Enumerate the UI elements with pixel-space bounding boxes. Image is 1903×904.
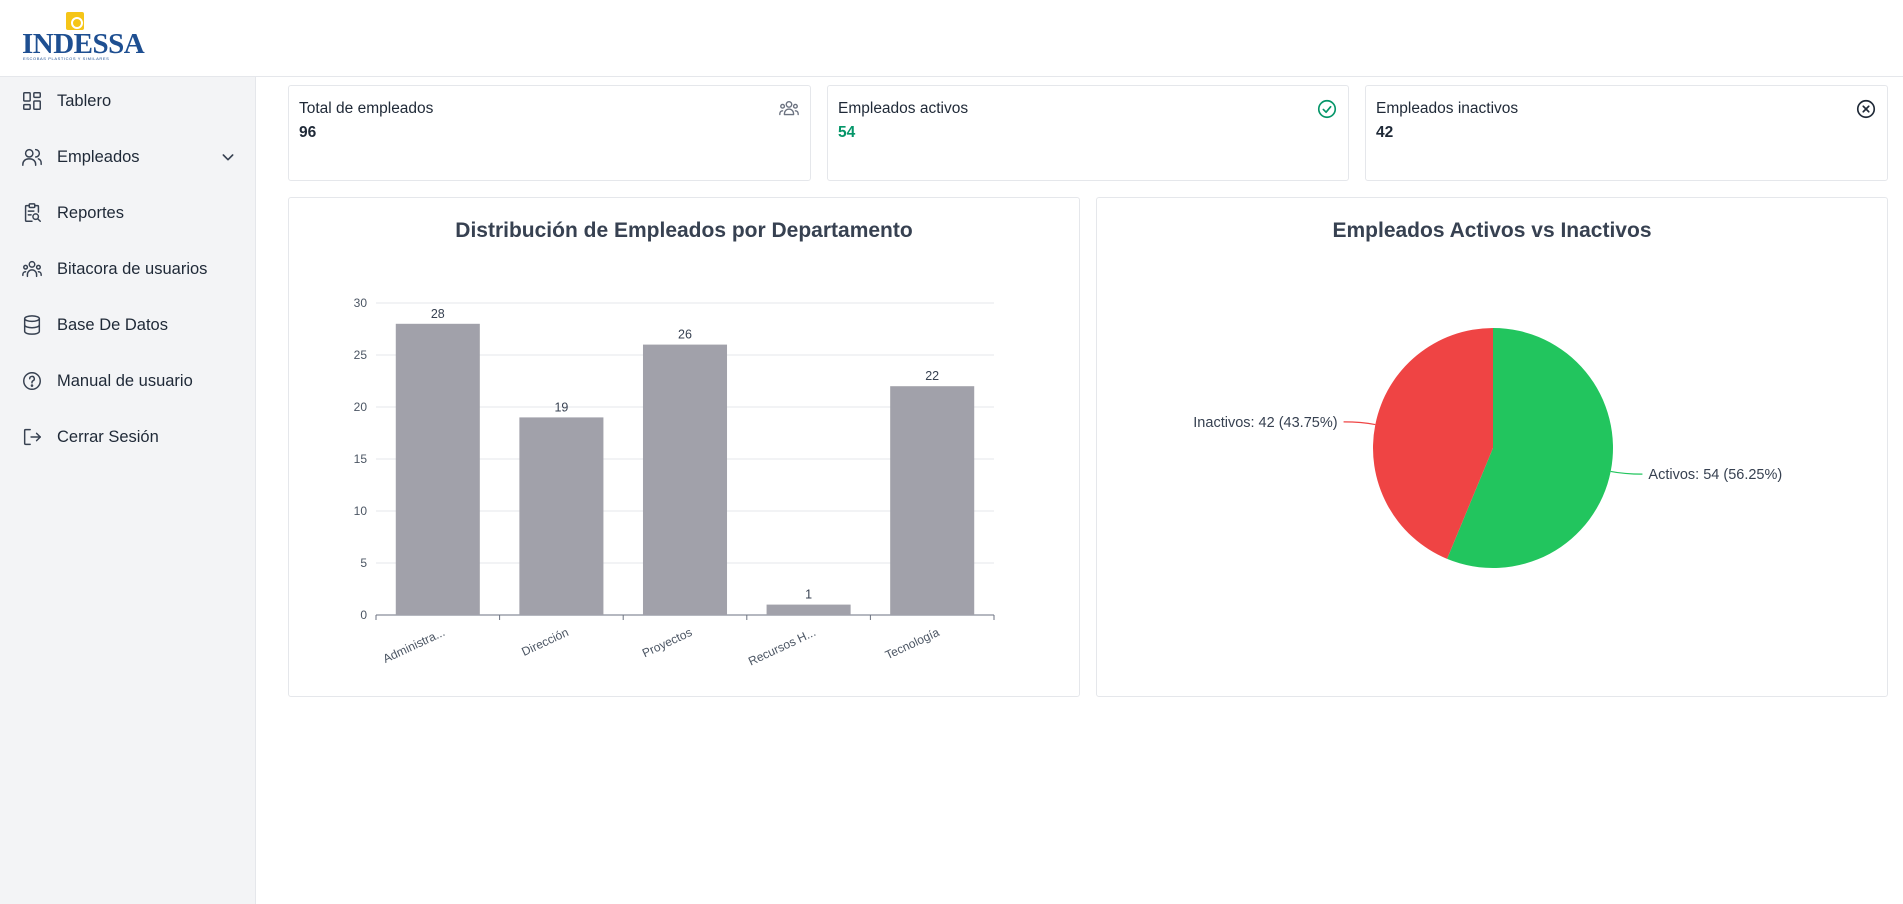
stat-card-total: Total de empleados 96 bbox=[288, 85, 811, 181]
x-tick-label: Recursos H... bbox=[746, 625, 818, 668]
x-circle-icon bbox=[1856, 99, 1876, 119]
x-tick-label: Proyectos bbox=[640, 625, 694, 660]
top-bar: INDESSA ESCOBAS PLASTICOS Y SIMILARES bbox=[0, 0, 1903, 77]
sidebar-item-bitacora[interactable]: Bitacora de usuarios bbox=[0, 249, 256, 289]
bar bbox=[519, 417, 604, 615]
y-tick-label: 15 bbox=[354, 452, 368, 466]
user-group-icon bbox=[22, 260, 42, 278]
y-tick-label: 0 bbox=[360, 608, 367, 622]
stat-value: 54 bbox=[838, 124, 856, 141]
clipboard-search-icon bbox=[24, 203, 41, 222]
people-icon bbox=[779, 100, 799, 116]
bar-value-label: 19 bbox=[554, 400, 568, 414]
database-icon bbox=[23, 315, 41, 335]
stat-card-inactivos: Empleados inactivos 42 bbox=[1365, 85, 1888, 181]
users-icon bbox=[22, 148, 42, 166]
logo-tagline: ESCOBAS PLASTICOS Y SIMILARES bbox=[23, 56, 110, 61]
sidebar-item-manual[interactable]: Manual de usuario bbox=[0, 361, 256, 401]
sidebar: Tablero Empleados Reportes Bitacora de u… bbox=[0, 77, 256, 904]
pie-leader-line bbox=[1343, 421, 1376, 426]
chevron-down-icon[interactable] bbox=[220, 149, 236, 165]
bar bbox=[395, 323, 480, 615]
bar bbox=[890, 386, 975, 615]
x-tick-label: Tecnología bbox=[883, 625, 942, 662]
bar-value-label: 28 bbox=[431, 307, 445, 321]
bar-value-label: 26 bbox=[678, 328, 692, 342]
bar bbox=[766, 604, 851, 615]
sidebar-item-label: Reportes bbox=[57, 204, 124, 222]
sidebar-item-label: Base De Datos bbox=[57, 316, 168, 334]
indessa-logo[interactable]: INDESSA ESCOBAS PLASTICOS Y SIMILARES bbox=[22, 10, 145, 61]
y-tick-label: 5 bbox=[360, 556, 367, 570]
sidebar-item-label: Bitacora de usuarios bbox=[57, 260, 208, 278]
stat-value: 96 bbox=[299, 124, 317, 141]
sidebar-item-label: Manual de usuario bbox=[57, 372, 193, 390]
pie-label: Inactivos: 42 (43.75%) bbox=[1193, 415, 1337, 431]
stat-title: Total de empleados bbox=[299, 100, 434, 117]
bar-value-label: 22 bbox=[925, 369, 939, 383]
sidebar-item-empleados[interactable]: Empleados bbox=[0, 137, 256, 177]
sidebar-item-cerrar-sesion[interactable]: Cerrar Sesión bbox=[0, 417, 256, 457]
check-circle-icon bbox=[1317, 99, 1337, 119]
bar-chart: 0 5 10 15 20 25 30 28 Administra... 19 Dirección 26… bbox=[354, 296, 995, 668]
x-tick-label: Administra... bbox=[381, 625, 447, 666]
sidebar-item-tablero[interactable]: Tablero bbox=[0, 81, 256, 121]
y-tick-label: 10 bbox=[354, 504, 368, 518]
bar-chart-panel: Distribución de Empleados por Departamen… bbox=[288, 197, 1080, 697]
logout-icon bbox=[23, 428, 41, 446]
pie-chart: Activos: 54 (56.25%) Inactivos: 42 (43.75… bbox=[1193, 328, 1782, 568]
sidebar-item-reportes[interactable]: Reportes bbox=[0, 193, 256, 233]
y-tick-label: 30 bbox=[354, 296, 368, 310]
y-tick-label: 25 bbox=[354, 348, 368, 362]
sidebar-item-label: Cerrar Sesión bbox=[57, 428, 159, 446]
help-circle-icon bbox=[23, 372, 41, 390]
sidebar-item-label: Tablero bbox=[57, 92, 112, 110]
bar bbox=[642, 344, 728, 615]
pie-chart-panel: Empleados Activos vs Inactivos Activos: … bbox=[1096, 197, 1888, 697]
pie-leader-line bbox=[1610, 470, 1643, 475]
stat-title: Empleados activos bbox=[838, 100, 969, 117]
sidebar-item-label: Empleados bbox=[57, 148, 140, 166]
dashboard-icon bbox=[23, 92, 41, 110]
sidebar-item-base-de-datos[interactable]: Base De Datos bbox=[0, 305, 256, 345]
stat-value: 42 bbox=[1376, 124, 1394, 141]
x-tick-label: Dirección bbox=[519, 625, 570, 659]
stat-title: Empleados inactivos bbox=[1376, 100, 1519, 117]
y-tick-label: 20 bbox=[354, 400, 368, 414]
pie-label: Activos: 54 (56.25%) bbox=[1648, 467, 1782, 483]
bar-value-label: 1 bbox=[805, 588, 812, 602]
stat-card-activos: Empleados activos 54 bbox=[827, 85, 1349, 181]
